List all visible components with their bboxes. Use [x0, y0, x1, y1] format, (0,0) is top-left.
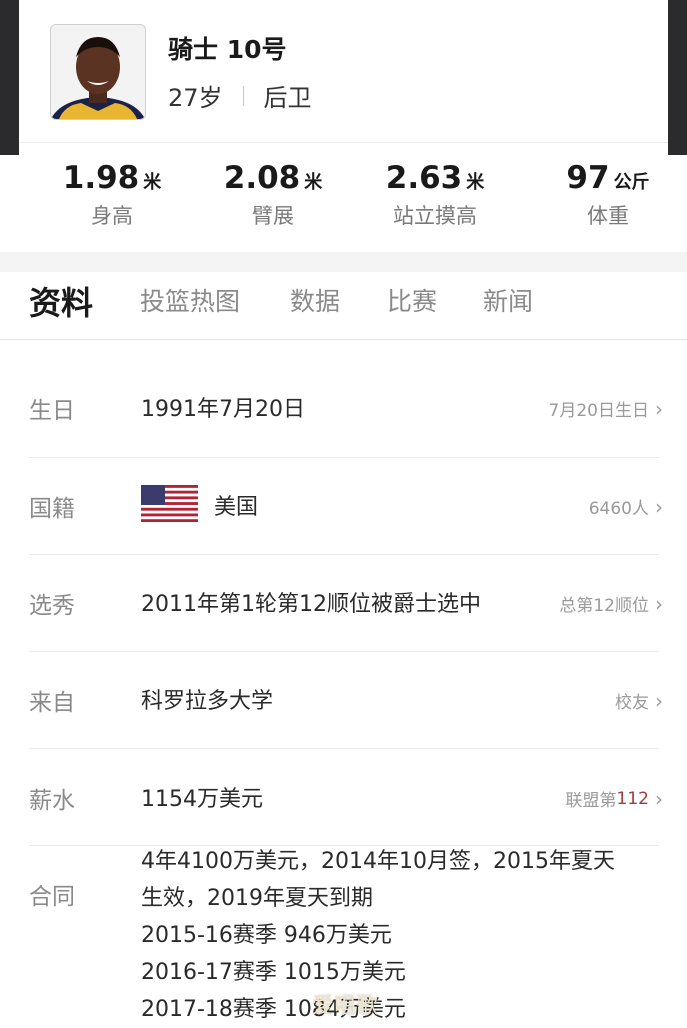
stat-label: 身高 — [91, 204, 133, 228]
stat-standing-reach: 2.63 米 站立摸高 — [355, 160, 515, 230]
chevron-right-icon: › — [655, 786, 663, 811]
contract-line: 2016-17赛季 1015万美元 — [141, 960, 406, 985]
birthday-label: 生日 — [29, 398, 75, 424]
stat-label: 体重 — [587, 204, 629, 228]
tab-news[interactable]: 新闻 — [483, 282, 533, 318]
tab-stats[interactable]: 数据 — [290, 282, 340, 318]
card-divider — [19, 142, 668, 143]
stat-unit: 米 — [143, 172, 162, 193]
nationality-link[interactable]: 6460人 › — [588, 494, 663, 520]
chevron-right-icon: › — [655, 494, 663, 519]
contract-line: 4年4100万美元，2014年10月签，2015年夏天 — [141, 849, 615, 874]
salary-value: 1154万美元 — [141, 787, 263, 812]
stat-unit: 米 — [466, 172, 485, 193]
meta-divider — [242, 85, 244, 106]
draft-value: 2011年第1轮第12顺位被爵士选中 — [141, 592, 481, 617]
stat-value: 97 — [566, 160, 610, 196]
stat-height: 1.98 米 身高 — [32, 160, 192, 230]
college-link[interactable]: 校友 › — [615, 688, 663, 714]
watermark-text: 爱唱歌 — [312, 994, 379, 1019]
nationality-value: 美国 — [214, 495, 259, 520]
tab-bar: 资料 投篮热图 数据 比赛 新闻 — [0, 272, 687, 340]
birthday-value: 1991年7月20日 — [141, 397, 305, 422]
stat-weight: 97 公斤 体重 — [528, 160, 687, 230]
college-value: 科罗拉多大学 — [141, 689, 274, 714]
draft-link[interactable]: 总第12顺位 › — [559, 591, 663, 617]
stat-value: 1.98 — [62, 160, 140, 196]
player-avatar[interactable] — [50, 24, 146, 120]
stat-label: 臂展 — [252, 204, 294, 228]
contract-line: 生效，2019年夏天到期 — [141, 886, 373, 911]
player-name: 骑士 10号 — [168, 35, 287, 64]
row-divider — [29, 554, 659, 555]
player-position: 后卫 — [263, 84, 312, 112]
salary-rank-prefix: 联盟第 — [565, 791, 617, 811]
avatar-image — [51, 25, 145, 119]
row-divider — [29, 748, 659, 749]
tab-shot-chart[interactable]: 投篮热图 — [140, 282, 240, 318]
player-age: 27岁 — [168, 84, 223, 112]
birthday-link[interactable]: 7月20日生日 › — [548, 396, 663, 422]
contract-line: 2015-16赛季 946万美元 — [141, 923, 392, 948]
stat-value: 2.63 — [385, 160, 463, 196]
stat-unit: 公斤 — [613, 172, 650, 193]
tab-profile[interactable]: 资料 — [29, 278, 93, 324]
stat-label: 站立摸高 — [393, 204, 477, 228]
salary-rank-number: 112 — [616, 788, 649, 809]
chevron-right-icon: › — [655, 688, 663, 713]
chevron-right-icon: › — [655, 591, 663, 616]
section-gap — [0, 252, 687, 272]
contract-label: 合同 — [29, 884, 75, 910]
salary-label: 薪水 — [29, 788, 75, 814]
chevron-right-icon: › — [655, 396, 663, 421]
stat-unit: 米 — [304, 172, 323, 193]
us-flag-icon — [141, 485, 198, 522]
nationality-link-text: 6460人 — [588, 499, 649, 519]
college-label: 来自 — [29, 690, 75, 716]
draft-link-text: 总第12顺位 — [559, 596, 649, 616]
tab-games[interactable]: 比赛 — [387, 282, 437, 318]
college-link-text: 校友 — [615, 693, 649, 713]
nationality-label: 国籍 — [29, 496, 75, 522]
salary-rank-link[interactable]: 联盟第 112 › — [565, 786, 663, 812]
stat-value: 2.08 — [223, 160, 301, 196]
draft-label: 选秀 — [29, 593, 75, 619]
birthday-link-text: 7月20日生日 — [548, 401, 649, 421]
row-divider — [29, 651, 659, 652]
player-meta: 27岁 后卫 — [168, 78, 312, 113]
row-divider — [29, 457, 659, 458]
stat-wingspan: 2.08 米 臂展 — [193, 160, 353, 230]
